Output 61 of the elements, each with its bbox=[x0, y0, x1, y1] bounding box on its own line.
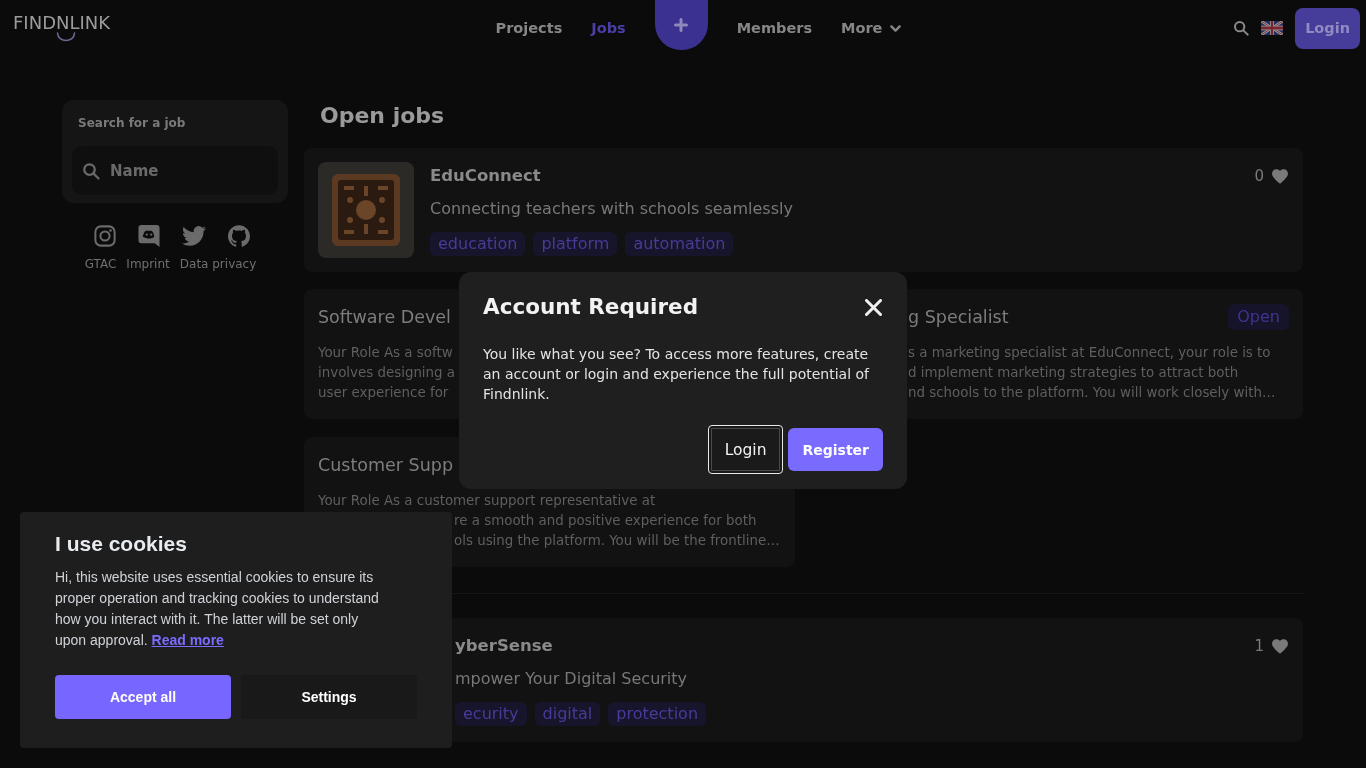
close-button[interactable] bbox=[865, 298, 882, 316]
cat-silhouette-icon[interactable] bbox=[227, 225, 250, 247]
job-title: Customer Supp bbox=[318, 454, 453, 477]
project-title: EduConnect bbox=[430, 165, 541, 187]
uk-flag-icon[interactable] bbox=[1261, 21, 1284, 35]
chevron-down-icon bbox=[890, 24, 902, 32]
nav-link[interactable]: Members bbox=[736, 18, 813, 38]
search-icon[interactable] bbox=[1233, 20, 1250, 36]
footer-link[interactable]: Imprint bbox=[126, 257, 170, 271]
project-tagline: Connecting teachers with schools seamlessly bbox=[430, 198, 793, 220]
job-title: Software Devel bbox=[318, 306, 451, 329]
page-title: Open jobs bbox=[320, 102, 446, 130]
tag: digital bbox=[534, 702, 601, 726]
chat-bubble-icon[interactable] bbox=[137, 225, 160, 247]
project-tagline: mpower Your Digital Security bbox=[455, 668, 688, 690]
read-more-link[interactable]: Read more bbox=[151, 632, 224, 648]
footer-link[interactable]: GTAC bbox=[84, 257, 117, 271]
settings-button[interactable]: Settings bbox=[241, 675, 417, 719]
more-menu[interactable]: More bbox=[841, 18, 902, 38]
tag: ecurity bbox=[455, 702, 527, 726]
tag: protection bbox=[608, 702, 706, 726]
plus-icon bbox=[674, 18, 689, 32]
search-icon bbox=[82, 161, 100, 180]
nav-link[interactable]: Projects bbox=[495, 18, 563, 38]
logo[interactable]: FINDNLINK bbox=[13, 9, 111, 47]
close-icon bbox=[865, 298, 882, 316]
accept-button[interactable]: Accept all bbox=[55, 675, 231, 719]
modal-title: Account Required bbox=[483, 293, 699, 321]
description-line: s a marketing specialist at EduConnect, your role is to bbox=[908, 345, 1271, 361]
cookie-title: I use cookies bbox=[55, 531, 188, 557]
like-count: 1 bbox=[1254, 637, 1264, 655]
like-count: 0 bbox=[1254, 167, 1264, 185]
tag: automation bbox=[625, 232, 734, 256]
heart-icon[interactable] bbox=[1272, 638, 1288, 654]
job-title: g Specialist bbox=[908, 306, 1009, 329]
status-badge: Open bbox=[1228, 304, 1289, 330]
description-line: user experience for bbox=[318, 385, 449, 401]
search-field[interactable]: Name bbox=[72, 146, 278, 195]
cookie-text: Hi, this website uses essential cookies to ensure its proper operation and tracking cookies to understand how you interact with it. The latter will be set only upon approval. Read more bbox=[55, 568, 380, 650]
project-card[interactable]: EduConnect 0 Connecting teachers with schools seamlessly education platform automation bbox=[304, 148, 1303, 272]
description-line: ols using the platform. You will be the frontline… bbox=[454, 533, 780, 549]
description-line: nd schools to the platform. You will work closely with… bbox=[908, 385, 1276, 401]
heart-icon[interactable] bbox=[1272, 168, 1288, 184]
description-line: Your Role As a customer support representative at bbox=[318, 493, 656, 509]
project-card[interactable]: yberSense 1 mpower Your Digital Security ecurity digital protection bbox=[452, 618, 1303, 742]
footer-link[interactable]: Data privacy bbox=[179, 257, 257, 271]
nav-link[interactable]: Jobs bbox=[591, 18, 626, 38]
register-button[interactable]: Register bbox=[788, 428, 883, 471]
project-title: yberSense bbox=[455, 635, 553, 657]
description-line: Your Role As a softw bbox=[318, 345, 453, 361]
search-label: Search for a job bbox=[77, 115, 186, 132]
bird-icon[interactable] bbox=[181, 226, 206, 246]
tag: platform bbox=[533, 232, 618, 256]
tag: education bbox=[430, 232, 526, 256]
description-line: d implement marketing strategies to attract both bbox=[908, 365, 1239, 381]
description-line: re a smooth and positive experience for both bbox=[454, 513, 757, 529]
login-button[interactable]: Login bbox=[707, 425, 784, 474]
add-button[interactable] bbox=[654, 0, 708, 50]
login-button[interactable]: Login bbox=[1295, 7, 1360, 49]
description-line: involves designing a bbox=[318, 365, 456, 381]
camera-icon[interactable] bbox=[93, 225, 116, 247]
